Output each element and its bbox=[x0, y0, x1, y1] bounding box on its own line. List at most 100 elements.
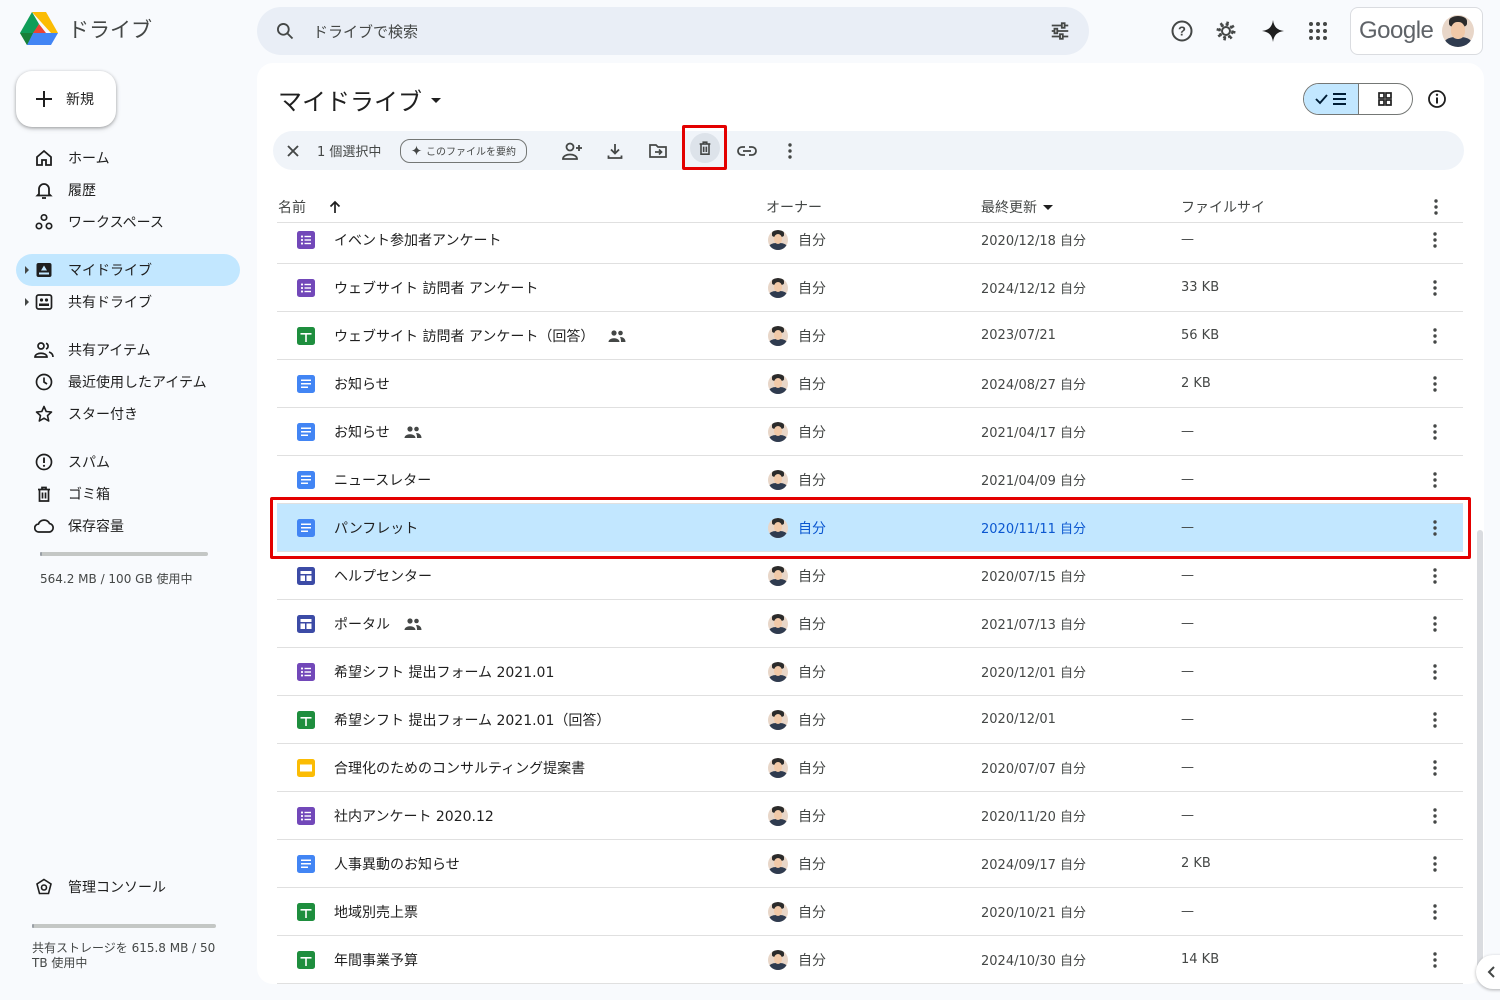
sidebar-item-label: スパム bbox=[68, 455, 110, 471]
sidebar-item-shared-with-me[interactable]: 共有アイテム bbox=[16, 334, 240, 366]
delete-button[interactable] bbox=[682, 125, 727, 170]
table-row[interactable]: 社内アンケート 2020.12 自分 2020/11/20 自分 — bbox=[277, 792, 1463, 840]
file-name-cell[interactable]: 地域別売上票 bbox=[297, 902, 418, 922]
modified-cell: 2021/07/13 自分 bbox=[981, 618, 1087, 633]
row-more-actions-button[interactable] bbox=[1433, 279, 1437, 296]
file-name-cell[interactable]: 希望シフト 提出フォーム 2021.01 bbox=[297, 662, 554, 682]
file-name-cell[interactable]: 希望シフト 提出フォーム 2021.01（回答） bbox=[297, 710, 610, 730]
settings-gear-icon[interactable] bbox=[1212, 17, 1240, 45]
row-more-actions-button[interactable] bbox=[1433, 471, 1437, 488]
table-row[interactable]: 希望シフト 提出フォーム 2021.01 自分 2020/12/01 自分 — bbox=[277, 648, 1463, 696]
owner-avatar bbox=[768, 757, 788, 778]
scrollbar-thumb[interactable] bbox=[1477, 530, 1483, 970]
row-more-actions-button[interactable] bbox=[1433, 375, 1437, 392]
modified-cell: 2020/11/20 自分 bbox=[981, 810, 1087, 825]
table-row[interactable]: ヘルプセンター 自分 2020/07/15 自分 — bbox=[277, 552, 1463, 600]
expand-arrow-icon[interactable] bbox=[25, 298, 29, 306]
more-actions-button[interactable] bbox=[788, 131, 792, 170]
sidebar-item-storage[interactable]: 保存容量 bbox=[16, 510, 240, 542]
file-name-cell[interactable]: 人事異動のお知らせ bbox=[297, 854, 460, 874]
expand-arrow-icon[interactable] bbox=[25, 266, 29, 274]
sidebar-item-starred[interactable]: スター付き bbox=[16, 398, 240, 430]
file-name-cell[interactable]: ウェブサイト 訪問者 アンケート（回答） bbox=[297, 326, 626, 346]
table-row-selected[interactable]: パンフレット 自分 2020/11/11 自分 — bbox=[277, 504, 1463, 552]
row-more-actions-button[interactable] bbox=[1433, 567, 1437, 584]
table-row[interactable]: 希望シフト 提出フォーム 2021.01（回答） 自分 2020/12/01 — bbox=[277, 696, 1463, 744]
table-row[interactable]: イベント参加者アンケート 自分 2020/12/18 自分 — bbox=[277, 216, 1463, 264]
clear-selection-button[interactable] bbox=[285, 131, 301, 170]
file-name-cell[interactable]: パンフレット bbox=[297, 518, 418, 538]
summarize-button[interactable]: このファイルを要約 bbox=[400, 131, 527, 170]
file-name-cell[interactable]: お知らせ bbox=[297, 374, 390, 394]
row-more-actions-button[interactable] bbox=[1433, 519, 1437, 536]
user-avatar[interactable] bbox=[1442, 15, 1474, 47]
more-vert-icon bbox=[1433, 711, 1437, 728]
file-name-cell[interactable]: 合理化のためのコンサルティング提案書 bbox=[297, 758, 585, 778]
table-row[interactable]: ウェブサイト 訪問者 アンケート 自分 2024/12/12 自分 33 KB bbox=[277, 264, 1463, 312]
row-more-actions-button[interactable] bbox=[1433, 711, 1437, 728]
sidebar-item-activity[interactable]: 履歴 bbox=[16, 174, 240, 206]
table-row[interactable]: ニュースレター 自分 2021/04/09 自分 — bbox=[277, 456, 1463, 504]
table-row[interactable]: ウェブサイト 訪問者 アンケート（回答） 自分 2023/07/21 56 KB bbox=[277, 312, 1463, 360]
copy-link-button[interactable] bbox=[737, 131, 757, 170]
file-name-cell[interactable]: ニュースレター bbox=[297, 470, 431, 490]
file-name-cell[interactable]: お知らせ bbox=[297, 422, 422, 442]
row-more-actions-button[interactable] bbox=[1433, 855, 1437, 872]
download-button[interactable] bbox=[606, 131, 624, 170]
search-icon[interactable] bbox=[275, 21, 295, 41]
file-name-cell[interactable]: 年間事業予算 bbox=[297, 950, 418, 970]
sidebar-item-shared-drives[interactable]: 共有ドライブ bbox=[16, 286, 240, 318]
table-row[interactable]: ポータル 自分 2021/07/13 自分 — bbox=[277, 600, 1463, 648]
file-name-cell[interactable]: ポータル bbox=[297, 614, 422, 634]
sidebar-item-admin-console[interactable]: 管理コンソール bbox=[16, 871, 240, 903]
account-switcher[interactable]: Google bbox=[1350, 7, 1483, 55]
grid-view-button[interactable] bbox=[1359, 84, 1413, 114]
table-row[interactable]: 地域別売上票 自分 2020/10/21 自分 — bbox=[277, 888, 1463, 936]
file-name-cell[interactable]: ウェブサイト 訪問者 アンケート bbox=[297, 278, 538, 298]
apps-grid-icon[interactable] bbox=[1304, 17, 1332, 45]
sort-arrow-up-icon[interactable] bbox=[328, 200, 342, 214]
row-more-actions-button[interactable] bbox=[1433, 231, 1437, 248]
owner-name: 自分 bbox=[798, 616, 826, 633]
table-row[interactable]: お知らせ 自分 2024/08/27 自分 2 KB bbox=[277, 360, 1463, 408]
share-button[interactable] bbox=[561, 131, 583, 170]
search-input[interactable]: ドライブで検索 bbox=[313, 21, 1049, 42]
more-vert-icon bbox=[1433, 951, 1437, 968]
table-row[interactable]: 合理化のためのコンサルティング提案書 自分 2020/07/07 自分 — bbox=[277, 744, 1463, 792]
new-button[interactable]: 新規 bbox=[16, 71, 116, 127]
link-icon bbox=[737, 145, 757, 156]
help-icon[interactable]: ? bbox=[1168, 17, 1196, 45]
modified-cell: 2024/08/27 自分 bbox=[981, 378, 1087, 393]
search-bar[interactable]: ドライブで検索 bbox=[257, 7, 1089, 55]
row-more-actions-button[interactable] bbox=[1433, 903, 1437, 920]
page-title-menu[interactable]: マイドライブ bbox=[278, 82, 442, 117]
file-name-cell[interactable]: ヘルプセンター bbox=[297, 566, 432, 586]
sidebar-item-spam[interactable]: スパム bbox=[16, 446, 240, 478]
row-more-actions-button[interactable] bbox=[1433, 951, 1437, 968]
row-more-actions-button[interactable] bbox=[1433, 663, 1437, 680]
search-options-icon[interactable] bbox=[1049, 20, 1071, 42]
row-more-actions-button[interactable] bbox=[1433, 423, 1437, 440]
row-more-actions-button[interactable] bbox=[1433, 759, 1437, 776]
view-toggle[interactable] bbox=[1303, 83, 1413, 115]
file-name-cell[interactable]: イベント参加者アンケート bbox=[297, 230, 501, 250]
drive-logo[interactable]: ドライブ bbox=[20, 12, 152, 46]
row-more-actions-button[interactable] bbox=[1433, 327, 1437, 344]
table-row[interactable]: 年間事業予算 自分 2024/10/30 自分 14 KB bbox=[277, 936, 1463, 984]
row-more-actions-button[interactable] bbox=[1433, 807, 1437, 824]
sidebar-item-workspaces[interactable]: ワークスペース bbox=[16, 206, 240, 238]
table-row[interactable]: お知らせ 自分 2021/04/17 自分 — bbox=[277, 408, 1463, 456]
sidebar-item-recent[interactable]: 最近使用したアイテム bbox=[16, 366, 240, 398]
move-button[interactable] bbox=[648, 131, 668, 170]
file-name-cell[interactable]: 社内アンケート 2020.12 bbox=[297, 806, 494, 826]
row-more-actions-button[interactable] bbox=[1433, 615, 1437, 632]
sidebar-item-my-drive[interactable]: マイドライブ bbox=[16, 254, 240, 286]
size-cell: 14 KB bbox=[1181, 952, 1220, 967]
list-view-button[interactable] bbox=[1304, 84, 1359, 114]
sidebar-item-home[interactable]: ホーム bbox=[16, 142, 240, 174]
gemini-sparkle-icon[interactable] bbox=[1259, 17, 1287, 45]
side-panel-toggle[interactable] bbox=[1476, 955, 1500, 989]
sidebar-item-trash[interactable]: ゴミ箱 bbox=[16, 478, 240, 510]
details-info-icon[interactable] bbox=[1423, 85, 1451, 113]
table-row[interactable]: 人事異動のお知らせ 自分 2024/09/17 自分 2 KB bbox=[277, 840, 1463, 888]
